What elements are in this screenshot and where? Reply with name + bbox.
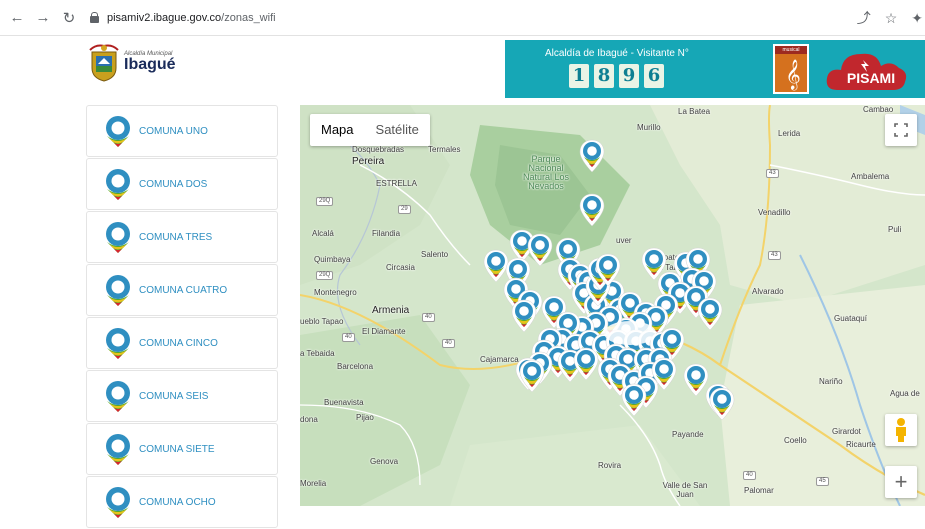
wifi-zone-marker[interactable] — [483, 249, 509, 283]
music-logo-label: musical — [775, 46, 807, 54]
wifi-zone-icon — [101, 114, 135, 148]
wifi-zone-marker[interactable] — [511, 299, 537, 333]
street-view-button[interactable] — [885, 414, 917, 446]
comuna-item[interactable]: COMUNA CUATRO — [86, 264, 278, 316]
comuna-label: COMUNA TRES — [139, 231, 213, 243]
wifi-markers-layer — [483, 139, 735, 421]
site-logo[interactable]: Alcaldía Municipal Ibagué — [88, 42, 176, 82]
comuna-label: COMUNA DOS — [139, 178, 208, 190]
pegman-icon — [896, 418, 906, 442]
pisami-logo[interactable]: PISAMI — [823, 46, 909, 92]
comuna-item[interactable]: COMUNA DOS — [86, 158, 278, 210]
music-school-logo[interactable]: musical 𝄞 — [773, 44, 809, 94]
comuna-label: COMUNA SEIS — [139, 390, 209, 402]
logo-title: Ibagué — [124, 56, 176, 73]
coat-of-arms-icon — [89, 44, 119, 82]
wifi-zone-marker[interactable] — [573, 347, 599, 381]
wifi-zone-marker[interactable] — [579, 139, 605, 173]
wifi-zone-icon — [101, 326, 135, 360]
pisami-label: PISAMI — [846, 70, 896, 86]
share-icon[interactable]: ⤴ — [857, 8, 871, 28]
wifi-zone-marker[interactable] — [519, 359, 545, 393]
comuna-item[interactable]: COMUNA CINCO — [86, 317, 278, 369]
wifi-zone-icon — [101, 485, 135, 519]
address-bar[interactable]: pisamiv2.ibague.gov.co/zonas_wifi — [90, 12, 276, 24]
zoom-in-button[interactable]: + — [885, 466, 917, 498]
wifi-zone-icon — [101, 167, 135, 201]
comuna-label: COMUNA CINCO — [139, 337, 218, 349]
back-arrow-icon[interactable]: ← — [6, 7, 28, 29]
wifi-zone-icon — [101, 379, 135, 413]
wifi-zone-marker[interactable] — [683, 363, 709, 397]
wifi-zones-map[interactable]: Mapa Satélite La Batea Cambao Murillo Le… — [300, 105, 925, 506]
comuna-item[interactable]: COMUNA SIETE — [86, 423, 278, 475]
visitor-digit: 1 — [569, 64, 589, 88]
visitor-banner: Alcaldía de Ibagué - Visitante N° 1 8 9 … — [505, 40, 925, 98]
extensions-icon[interactable]: ✦ — [911, 10, 923, 27]
forward-arrow-icon[interactable]: → — [32, 7, 54, 29]
reload-icon[interactable]: ↻ — [58, 7, 80, 29]
comuna-label: COMUNA UNO — [139, 125, 208, 137]
comuna-label: COMUNA CUATRO — [139, 284, 228, 296]
visitor-counter-label: Alcaldía de Ibagué - Visitante N° — [545, 48, 689, 59]
bookmark-star-icon[interactable]: ☆ — [885, 10, 898, 27]
wifi-zone-marker[interactable] — [709, 387, 735, 421]
wifi-zone-icon — [101, 220, 135, 254]
browser-toolbar: ← → ↻ pisamiv2.ibague.gov.co/zonas_wifi … — [0, 0, 925, 36]
wifi-zone-marker[interactable] — [621, 383, 647, 417]
wifi-zone-icon — [101, 273, 135, 307]
comuna-item[interactable]: COMUNA TRES — [86, 211, 278, 263]
marker-cluster-overlap — [604, 321, 656, 345]
comuna-item[interactable]: COMUNA SEIS — [86, 370, 278, 422]
visitor-counter: 1 8 9 6 — [569, 64, 669, 88]
comuna-item[interactable]: COMUNA UNO — [86, 105, 278, 157]
wifi-zone-marker[interactable] — [527, 233, 553, 267]
visitor-digit: 9 — [619, 64, 639, 88]
wifi-zone-marker[interactable] — [697, 297, 723, 331]
comuna-list: COMUNA UNO COMUNA DOS COMUNA TRES COMUNA… — [86, 105, 278, 529]
lock-icon — [90, 12, 99, 23]
url-host: pisamiv2.ibague.gov.co — [107, 11, 222, 24]
comuna-item[interactable]: COMUNA OCHO — [86, 476, 278, 528]
visitor-digit: 8 — [594, 64, 614, 88]
treble-clef-icon: 𝄞 — [785, 59, 801, 89]
wifi-zone-icon — [101, 432, 135, 466]
wifi-zone-marker[interactable] — [579, 193, 605, 227]
comuna-label: COMUNA SIETE — [139, 443, 215, 455]
visitor-digit: 6 — [644, 64, 664, 88]
url-path: /zonas_wifi — [221, 11, 276, 24]
